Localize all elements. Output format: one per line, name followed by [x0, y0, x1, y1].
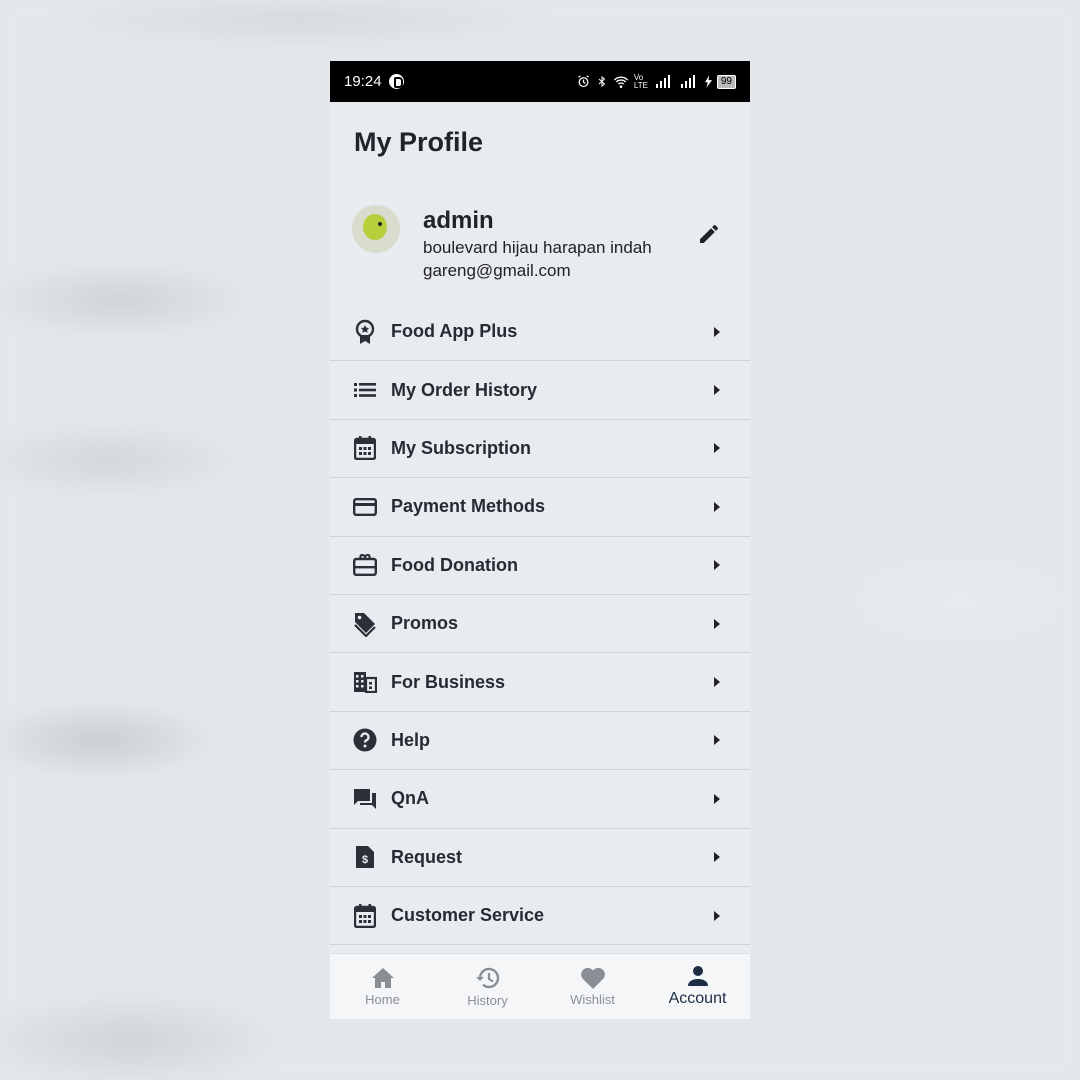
menu-item-food-donation[interactable]: Food Donation [330, 537, 750, 595]
help-circle-icon [352, 727, 378, 753]
chevron-right-icon [714, 560, 720, 571]
menu-item-subscription[interactable]: My Subscription [330, 420, 750, 479]
profile-name: admin [423, 207, 494, 234]
menu-item-label: Food Donation [391, 554, 518, 575]
signal-icon [655, 75, 670, 88]
menu-item-label: For Business [391, 671, 506, 692]
signal-2-icon [680, 75, 695, 88]
person-icon [687, 966, 708, 986]
avatar-bird-image [363, 214, 387, 240]
chevron-right-icon [714, 443, 720, 454]
building-icon [352, 669, 378, 695]
chevron-right-icon [714, 735, 720, 746]
menu-item-label: Food App Plus [391, 321, 518, 342]
chevron-right-icon [714, 501, 720, 512]
menu-item-customer-service[interactable]: Customer Service [330, 887, 750, 946]
menu-item-request[interactable]: $ Request [330, 829, 750, 887]
menu-item-label: Promos [391, 613, 459, 634]
nav-account[interactable]: Account [645, 954, 750, 1019]
profile-email: gareng@gmail.com [423, 261, 571, 280]
heart-icon [580, 967, 605, 989]
invoice-icon: $ [352, 844, 378, 870]
chevron-right-icon [714, 618, 720, 629]
tag-icon [352, 611, 378, 637]
bluetooth-icon [598, 75, 606, 88]
status-time: 19:24 [344, 73, 382, 90]
menu-item-label: QnA [391, 788, 429, 809]
menu-item-help[interactable]: Help [330, 712, 750, 771]
app-notification-icon [388, 74, 404, 89]
menu-item-for-business[interactable]: For Business [330, 653, 750, 712]
menu-item-label: My Subscription [391, 437, 532, 458]
phone-screen: 19:24 Vo LTE 99 My Profile admin bouleva… [330, 61, 750, 1019]
chevron-right-icon [714, 852, 720, 863]
menu-item-qna[interactable]: QnA [330, 770, 750, 829]
volte-label: Vo LTE [633, 72, 648, 90]
calendar-icon [352, 903, 378, 929]
page-title: My Profile [354, 127, 484, 157]
chevron-right-icon [714, 910, 720, 921]
credit-card-icon [352, 494, 378, 520]
menu-item-label: Request [391, 846, 463, 867]
svg-text:$: $ [362, 854, 368, 866]
chevron-right-icon [714, 326, 720, 337]
home-icon [371, 967, 394, 988]
menu-item-label: Payment Methods [391, 496, 546, 517]
nav-home[interactable]: Home [330, 954, 435, 1019]
chevron-right-icon [714, 385, 720, 396]
profile-card: admin boulevard hijau harapan indah gare… [352, 205, 732, 285]
bottom-navigation: Home History Wishlist Account [330, 953, 750, 1019]
badge-star-icon [352, 319, 378, 345]
nav-account-label: Account [668, 990, 727, 1007]
battery-level: 99 [716, 74, 736, 89]
list-icon [352, 377, 378, 403]
status-right: Vo LTE 99 [576, 72, 736, 90]
calendar-icon [352, 435, 378, 461]
avatar[interactable] [352, 205, 400, 253]
wifi-icon [613, 76, 629, 88]
nav-wishlist[interactable]: Wishlist [540, 954, 645, 1019]
gift-card-icon [352, 552, 378, 578]
edit-profile-button[interactable] [696, 221, 722, 247]
nav-home-label: Home [365, 991, 400, 1007]
menu-item-label: Customer Service [391, 905, 545, 926]
status-left: 19:24 [344, 73, 404, 90]
avatar-eye [378, 222, 382, 226]
menu-item-food-app-plus[interactable]: Food App Plus [330, 303, 750, 362]
profile-menu: Food App Plus My Order History My Subscr… [330, 303, 750, 946]
menu-item-order-history[interactable]: My Order History [330, 361, 750, 420]
nav-history-label: History [467, 992, 508, 1008]
menu-item-promos[interactable]: Promos [330, 595, 750, 654]
nav-history[interactable]: History [435, 954, 540, 1019]
menu-item-label: Help [391, 729, 431, 750]
profile-address: boulevard hijau harapan indah [423, 238, 652, 257]
menu-item-label: My Order History [391, 379, 538, 400]
menu-item-payment-methods[interactable]: Payment Methods [330, 478, 750, 537]
chat-icon [352, 786, 378, 812]
nav-wishlist-label: Wishlist [570, 991, 615, 1007]
history-icon [475, 967, 499, 988]
charging-icon [704, 75, 712, 88]
chevron-right-icon [714, 793, 720, 804]
status-bar: 19:24 Vo LTE 99 [330, 61, 750, 102]
pencil-icon [700, 224, 719, 243]
alarm-icon [578, 75, 589, 88]
chevron-right-icon [714, 677, 720, 688]
